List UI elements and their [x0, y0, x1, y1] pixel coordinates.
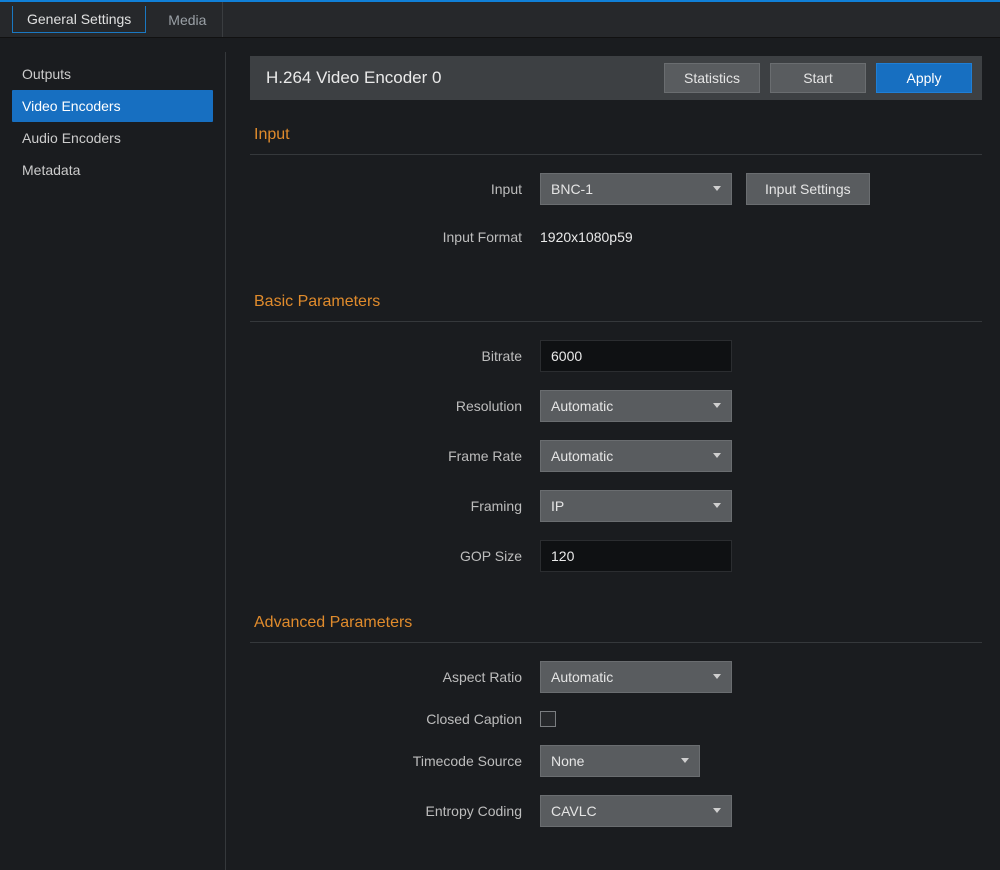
tab-general-settings[interactable]: General Settings: [12, 6, 146, 33]
tab-label: General Settings: [27, 11, 131, 27]
caret-down-icon: [713, 453, 721, 459]
row-input: Input BNC-1 Input Settings: [250, 173, 982, 205]
caret-down-icon: [713, 808, 721, 814]
button-label: Start: [803, 70, 833, 86]
section-title-advanced: Advanced Parameters: [250, 614, 982, 643]
label-entropy-coding: Entropy Coding: [250, 803, 540, 819]
label-aspect-ratio: Aspect Ratio: [250, 669, 540, 685]
row-entropy-coding: Entropy Coding CAVLC: [250, 795, 982, 827]
sidebar-item-outputs[interactable]: Outputs: [12, 58, 213, 90]
button-label: Statistics: [684, 70, 740, 86]
select-value: CAVLC: [551, 803, 597, 819]
control-entropy-coding: CAVLC: [540, 795, 732, 827]
closed-caption-checkbox[interactable]: [540, 711, 556, 727]
framing-select[interactable]: IP: [540, 490, 732, 522]
page-title: H.264 Video Encoder 0: [266, 68, 654, 88]
start-button[interactable]: Start: [770, 63, 866, 93]
row-aspect-ratio: Aspect Ratio Automatic: [250, 661, 982, 693]
header-bar: H.264 Video Encoder 0 Statistics Start A…: [250, 56, 982, 100]
caret-down-icon: [713, 674, 721, 680]
select-value: BNC-1: [551, 181, 593, 197]
row-frame-rate: Frame Rate Automatic: [250, 440, 982, 472]
row-timecode-source: Timecode Source None: [250, 745, 982, 777]
row-resolution: Resolution Automatic: [250, 390, 982, 422]
button-label: Input Settings: [765, 181, 851, 197]
control-input-format: 1920x1080p59: [540, 223, 633, 251]
select-value: IP: [551, 498, 564, 514]
control-closed-caption: [540, 711, 556, 727]
control-bitrate: [540, 340, 732, 372]
sidebar-item-label: Audio Encoders: [22, 130, 121, 146]
control-resolution: Automatic: [540, 390, 732, 422]
sidebar-item-label: Outputs: [22, 66, 71, 82]
caret-down-icon: [713, 403, 721, 409]
row-closed-caption: Closed Caption: [250, 711, 982, 727]
apply-button[interactable]: Apply: [876, 63, 972, 93]
row-bitrate: Bitrate: [250, 340, 982, 372]
row-gop-size: GOP Size: [250, 540, 982, 572]
button-label: Apply: [906, 70, 941, 86]
control-aspect-ratio: Automatic: [540, 661, 732, 693]
label-bitrate: Bitrate: [250, 348, 540, 364]
tab-label: Media: [168, 12, 206, 28]
timecode-source-select[interactable]: None: [540, 745, 700, 777]
entropy-coding-select[interactable]: CAVLC: [540, 795, 732, 827]
section-title-input: Input: [250, 126, 982, 155]
input-select[interactable]: BNC-1: [540, 173, 732, 205]
label-framing: Framing: [250, 498, 540, 514]
sidebar-item-audio-encoders[interactable]: Audio Encoders: [12, 122, 213, 154]
resolution-select[interactable]: Automatic: [540, 390, 732, 422]
control-gop-size: [540, 540, 732, 572]
aspect-ratio-select[interactable]: Automatic: [540, 661, 732, 693]
label-resolution: Resolution: [250, 398, 540, 414]
select-value: None: [551, 753, 584, 769]
input-format-value: 1920x1080p59: [540, 223, 633, 251]
caret-down-icon: [681, 758, 689, 764]
caret-down-icon: [713, 186, 721, 192]
frame-rate-select[interactable]: Automatic: [540, 440, 732, 472]
statistics-button[interactable]: Statistics: [664, 63, 760, 93]
gop-size-input[interactable]: [540, 540, 732, 572]
section-title-basic: Basic Parameters: [250, 293, 982, 322]
caret-down-icon: [713, 503, 721, 509]
tab-media[interactable]: Media: [152, 2, 223, 37]
layout: Outputs Video Encoders Audio Encoders Me…: [0, 38, 1000, 870]
label-frame-rate: Frame Rate: [250, 448, 540, 464]
label-input-format: Input Format: [250, 229, 540, 245]
label-closed-caption: Closed Caption: [250, 711, 540, 727]
sidebar-item-metadata[interactable]: Metadata: [12, 154, 213, 186]
main-panel: H.264 Video Encoder 0 Statistics Start A…: [226, 38, 1000, 870]
sidebar-item-label: Video Encoders: [22, 98, 121, 114]
select-value: Automatic: [551, 398, 613, 414]
row-input-format: Input Format 1920x1080p59: [250, 223, 982, 251]
bitrate-input[interactable]: [540, 340, 732, 372]
control-frame-rate: Automatic: [540, 440, 732, 472]
control-input: BNC-1 Input Settings: [540, 173, 870, 205]
label-gop-size: GOP Size: [250, 548, 540, 564]
select-value: Automatic: [551, 669, 613, 685]
label-timecode-source: Timecode Source: [250, 753, 540, 769]
control-framing: IP: [540, 490, 732, 522]
label-input: Input: [250, 181, 540, 197]
sidebar: Outputs Video Encoders Audio Encoders Me…: [0, 38, 225, 870]
sidebar-item-label: Metadata: [22, 162, 80, 178]
topbar: General Settings Media: [0, 0, 1000, 38]
select-value: Automatic: [551, 448, 613, 464]
sidebar-item-video-encoders[interactable]: Video Encoders: [12, 90, 213, 122]
input-settings-button[interactable]: Input Settings: [746, 173, 870, 205]
control-timecode-source: None: [540, 745, 700, 777]
row-framing: Framing IP: [250, 490, 982, 522]
